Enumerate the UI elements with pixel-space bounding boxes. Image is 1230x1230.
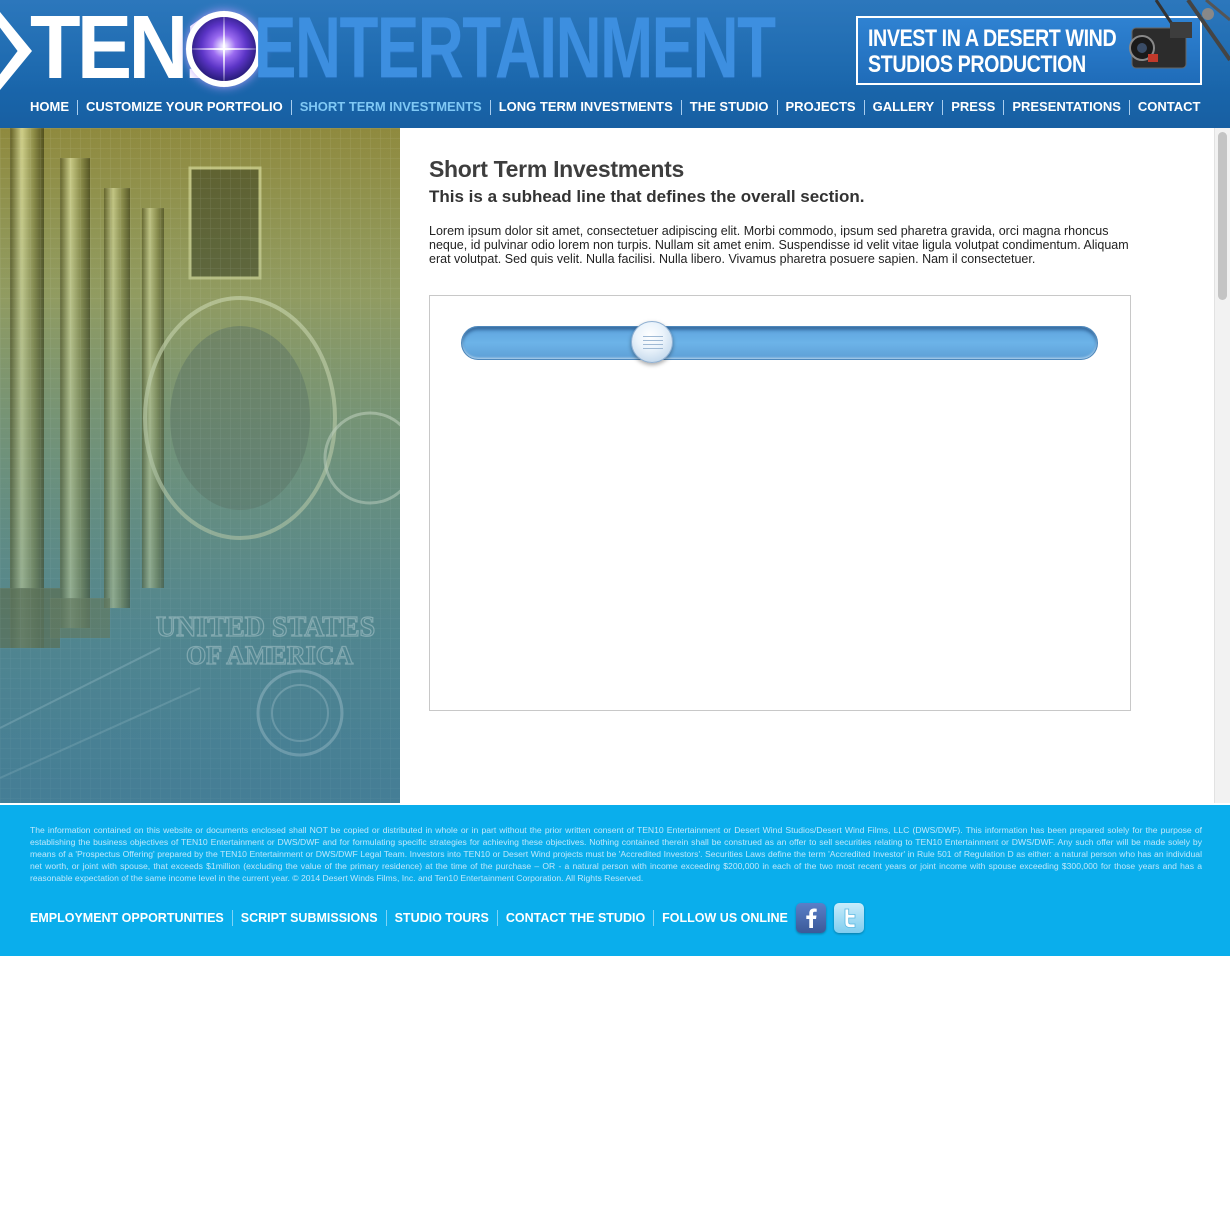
nav-customize-portfolio[interactable]: CUSTOMIZE YOUR PORTFOLIO [78, 97, 291, 117]
investment-slider-panel [429, 295, 1131, 711]
twitter-glyph [844, 908, 856, 928]
investment-slider-thumb[interactable] [631, 321, 673, 363]
invest-banner-line1: INVEST IN A DESERT WIND [868, 25, 1117, 52]
slider-grip-line [643, 336, 663, 337]
nav-gallery[interactable]: GALLERY [865, 97, 943, 117]
hero-money-collage-image: UNITED STATES OF AMERICA [0, 128, 400, 803]
logo-lens-icon [184, 9, 264, 89]
nav-contact[interactable]: CONTACT [1130, 97, 1209, 117]
invest-banner-line2: STUDIOS PRODUCTION [868, 51, 1086, 78]
nav-the-studio[interactable]: THE STUDIO [682, 97, 777, 117]
nav-presentations[interactable]: PRESENTATIONS [1004, 97, 1129, 117]
page-title: Short Term Investments [429, 156, 684, 182]
footer-disclaimer: The information contained on this websit… [30, 825, 1202, 883]
facebook-icon[interactable] [795, 903, 826, 933]
follow-us-label: FOLLOW US ONLINE [662, 911, 788, 925]
nav-projects[interactable]: PROJECTS [778, 97, 864, 117]
hero-collage-art: UNITED STATES OF AMERICA [0, 128, 400, 803]
footer-link-employment[interactable]: EMPLOYMENT OPPORTUNITIES [30, 909, 232, 927]
site-footer: The information contained on this websit… [0, 805, 1230, 956]
slider-grip-line [643, 348, 663, 349]
lens-flare-vertical [223, 9, 225, 89]
film-camera-icon [1129, 0, 1230, 69]
page-scrollbar-thumb[interactable] [1218, 132, 1227, 300]
slider-grip-line [643, 344, 663, 345]
page-body-text: Lorem ipsum dolor sit amet, consectetuer… [429, 224, 1129, 266]
nav-long-term-investments[interactable]: LONG TERM INVESTMENTS [491, 97, 681, 117]
main-content: Short Term Investments This is a subhead… [400, 128, 1214, 803]
page-scrollbar[interactable] [1214, 128, 1230, 803]
nav-short-term-investments[interactable]: SHORT TERM INVESTMENTS [292, 97, 490, 117]
nav-press[interactable]: PRESS [943, 97, 1003, 117]
slider-grip-line [643, 340, 663, 341]
footer-link-contact-studio[interactable]: CONTACT THE STUDIO [498, 909, 653, 927]
footer-link-studio-tours[interactable]: STUDIO TOURS [387, 909, 497, 927]
facebook-glyph [806, 908, 817, 928]
investment-slider-track[interactable] [461, 321, 1098, 363]
footer-link-script-submissions[interactable]: SCRIPT SUBMISSIONS [233, 909, 386, 927]
main-nav: HOME CUSTOMIZE YOUR PORTFOLIO SHORT TERM… [22, 97, 1209, 117]
nav-home[interactable]: HOME [22, 97, 77, 117]
twitter-icon[interactable] [833, 903, 864, 933]
logo-entertainment-text[interactable]: ENTERTAINMENT [254, 2, 776, 94]
page-subhead: This is a subhead line that defines the … [429, 187, 865, 206]
site-header: TEN1 ENTERTAINMENT INVEST IN A DESERT WI… [0, 0, 1230, 128]
footer-nav: EMPLOYMENT OPPORTUNITIES SCRIPT SUBMISSI… [30, 903, 864, 933]
